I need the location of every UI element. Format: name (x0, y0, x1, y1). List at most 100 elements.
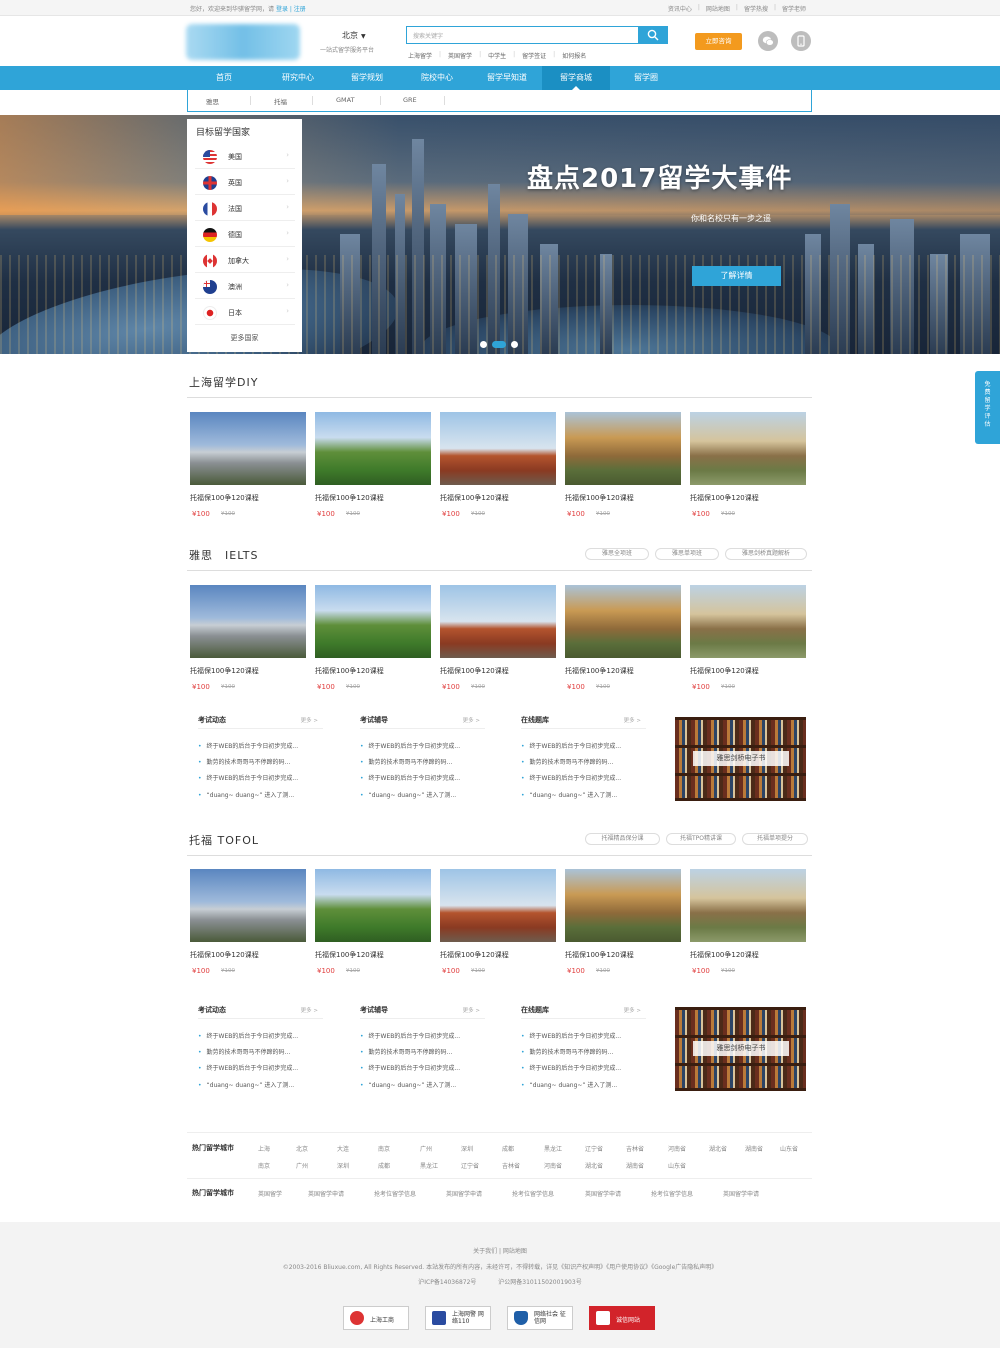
news-item[interactable]: 勤劳的技术哥哥马不停蹄的码... (521, 757, 614, 766)
hot-study-link[interactable]: 英国留学 (258, 1189, 282, 1198)
country-item-de[interactable]: 德国 › (195, 221, 295, 247)
more-link[interactable]: 更多 > (463, 1006, 480, 1014)
mobile-button[interactable] (791, 31, 811, 51)
course-card[interactable]: 托福保100争120课程 ¥100 ¥100 (440, 412, 556, 522)
country-item-au[interactable]: 澳洲 › (195, 273, 295, 299)
section-tag[interactable]: 雅思剑桥真题解析 (725, 548, 807, 560)
banner-detail-button[interactable]: 了解详情 (692, 266, 781, 286)
hot-city-link[interactable]: 深圳 (337, 1161, 349, 1170)
free-assessment-float[interactable]: 免费留学评估 (975, 371, 1000, 444)
hot-study-link[interactable]: 英国留学申请 (308, 1189, 344, 1198)
top-link-news[interactable]: 资讯中心 (668, 4, 692, 13)
nav-item-home[interactable]: 首页 (190, 66, 258, 90)
hot-city-link[interactable]: 山东省 (780, 1144, 798, 1153)
hot-city-link[interactable]: 河南省 (544, 1161, 562, 1170)
course-card[interactable]: 托福保100争120课程 ¥100 ¥100 (440, 869, 556, 979)
course-card[interactable]: 托福保100争120课程 ¥100 ¥100 (565, 412, 681, 522)
news-item[interactable]: 终于WEB的后台于今日初步完成... (521, 773, 622, 782)
hot-city-link[interactable]: 河南省 (668, 1144, 686, 1153)
news-item[interactable]: 终于WEB的后台于今日初步完成... (198, 773, 299, 782)
hot-city-link[interactable]: 南京 (378, 1144, 390, 1153)
news-item[interactable]: 终于WEB的后台于今日初步完成... (521, 1063, 622, 1072)
search-box[interactable]: 搜索关键字 (406, 26, 668, 44)
news-item[interactable]: “duang~ duang~” 进入了测... (198, 790, 295, 799)
hot-city-link[interactable]: 黑龙江 (420, 1161, 438, 1170)
course-card[interactable]: 托福保100争120课程 ¥100 ¥100 (690, 869, 806, 979)
course-card[interactable]: 托福保100争120课程 ¥100 ¥100 (440, 585, 556, 695)
top-link-teacher[interactable]: 留学老师 (782, 4, 806, 13)
carousel-dot[interactable] (480, 341, 487, 348)
hot-study-link[interactable]: 抢考位留学信息 (512, 1189, 554, 1198)
hot-city-link[interactable]: 成都 (502, 1144, 514, 1153)
news-item[interactable]: 勤劳的技术哥哥马不停蹄的码... (360, 757, 453, 766)
subnav-item[interactable]: GRE (403, 96, 417, 104)
more-link[interactable]: 更多 > (624, 1006, 641, 1014)
course-card[interactable]: 托福保100争120课程 ¥100 ¥100 (190, 869, 306, 979)
hot-city-link[interactable]: 湖北省 (585, 1161, 603, 1170)
hot-city-link[interactable]: 大连 (337, 1144, 349, 1153)
more-countries-link[interactable]: 更多国家 (187, 333, 302, 343)
hot-city-link[interactable]: 山东省 (668, 1161, 686, 1170)
hot-study-link[interactable]: 英国留学申请 (585, 1189, 621, 1198)
hot-city-link[interactable]: 吉林省 (502, 1161, 520, 1170)
footer-links[interactable]: 关于我们 | 网站地图 (0, 1246, 1000, 1255)
city-selector[interactable]: 北京 ▼ (342, 30, 366, 41)
hot-city-link[interactable]: 成都 (378, 1161, 390, 1170)
hot-city-link[interactable]: 上海 (258, 1144, 270, 1153)
badge-sh-business[interactable]: 上海工商 (343, 1306, 409, 1330)
search-button[interactable] (638, 26, 668, 44)
site-logo[interactable] (186, 24, 300, 60)
hot-city-link[interactable]: 湖南省 (626, 1161, 644, 1170)
hero-banner[interactable]: 盘点2017留学大事件 你和名校只有一步之遥 了解详情 (0, 115, 1000, 354)
section-tag[interactable]: 雅思全项班 (585, 548, 649, 560)
hot-city-link[interactable]: 黑龙江 (544, 1144, 562, 1153)
news-item[interactable]: 终于WEB的后台于今日初步完成... (360, 741, 461, 750)
news-item[interactable]: 勤劳的技术哥哥马不停蹄的码... (198, 1047, 291, 1056)
section-tag[interactable]: 托福单项提分 (742, 833, 808, 845)
news-item[interactable]: 勤劳的技术哥哥马不停蹄的码... (521, 1047, 614, 1056)
country-item-us[interactable]: 美国 › (195, 143, 295, 169)
news-item[interactable]: 终于WEB的后台于今日初步完成... (360, 773, 461, 782)
quick-link[interactable]: 如何报名 (562, 51, 586, 60)
ebook-banner[interactable]: 雅思剑桥电子书 (675, 717, 806, 801)
section-tag[interactable]: 托福精品保分课 (585, 833, 660, 845)
news-item[interactable]: 终于WEB的后台于今日初步完成... (521, 741, 622, 750)
news-item[interactable]: 终于WEB的后台于今日初步完成... (360, 1063, 461, 1072)
subnav-item[interactable]: 托福 (274, 96, 287, 106)
hot-city-link[interactable]: 广州 (420, 1144, 432, 1153)
hot-city-link[interactable]: 湖南省 (745, 1144, 763, 1153)
hot-city-link[interactable]: 南京 (258, 1161, 270, 1170)
news-item[interactable]: 勤劳的技术哥哥马不停蹄的码... (360, 1047, 453, 1056)
course-card[interactable]: 托福保100争120课程 ¥100 ¥100 (315, 412, 431, 522)
course-card[interactable]: 托福保100争120课程 ¥100 ¥100 (690, 585, 806, 695)
news-item[interactable]: 终于WEB的后台于今日初步完成... (360, 1031, 461, 1040)
hot-city-link[interactable]: 深圳 (461, 1144, 473, 1153)
news-item[interactable]: “duang~ duang~” 进入了测... (360, 790, 457, 799)
badge-credit[interactable]: 网络社会 征信网 (507, 1306, 573, 1330)
subnav-item[interactable]: 雅思 (206, 96, 219, 106)
more-link[interactable]: 更多 > (301, 716, 318, 724)
carousel-dot[interactable] (511, 341, 518, 348)
more-link[interactable]: 更多 > (624, 716, 641, 724)
nav-item-planning[interactable]: 留学规划 (333, 66, 401, 90)
hot-city-link[interactable]: 湖北省 (709, 1144, 727, 1153)
news-item[interactable]: “duang~ duang~” 进入了测... (360, 1080, 457, 1089)
hot-city-link[interactable]: 辽宁省 (461, 1161, 479, 1170)
hot-city-link[interactable]: 广州 (296, 1161, 308, 1170)
wechat-button[interactable] (758, 31, 778, 51)
course-card[interactable]: 托福保100争120课程 ¥100 ¥100 (565, 869, 681, 979)
section-tag[interactable]: 托福TPO精讲课 (666, 833, 736, 845)
hot-city-link[interactable]: 吉林省 (626, 1144, 644, 1153)
hot-study-link[interactable]: 英国留学申请 (446, 1189, 482, 1198)
quick-link[interactable]: 上海留学 (408, 51, 432, 60)
badge-trust[interactable]: 诚信网站 (589, 1306, 655, 1330)
section-tag[interactable]: 雅思单项班 (655, 548, 719, 560)
search-input[interactable]: 搜索关键字 (413, 31, 443, 40)
news-item[interactable]: 终于WEB的后台于今日初步完成... (521, 1031, 622, 1040)
nav-item-know[interactable]: 留学早知道 (473, 66, 541, 90)
hot-study-link[interactable]: 英国留学申请 (723, 1189, 759, 1198)
quick-link[interactable]: 英国留学 (448, 51, 472, 60)
top-link-sitemap[interactable]: 网站地图 (706, 4, 730, 13)
quick-link[interactable]: 中学生 (488, 51, 506, 60)
news-item[interactable]: “duang~ duang~” 进入了测... (521, 1080, 618, 1089)
